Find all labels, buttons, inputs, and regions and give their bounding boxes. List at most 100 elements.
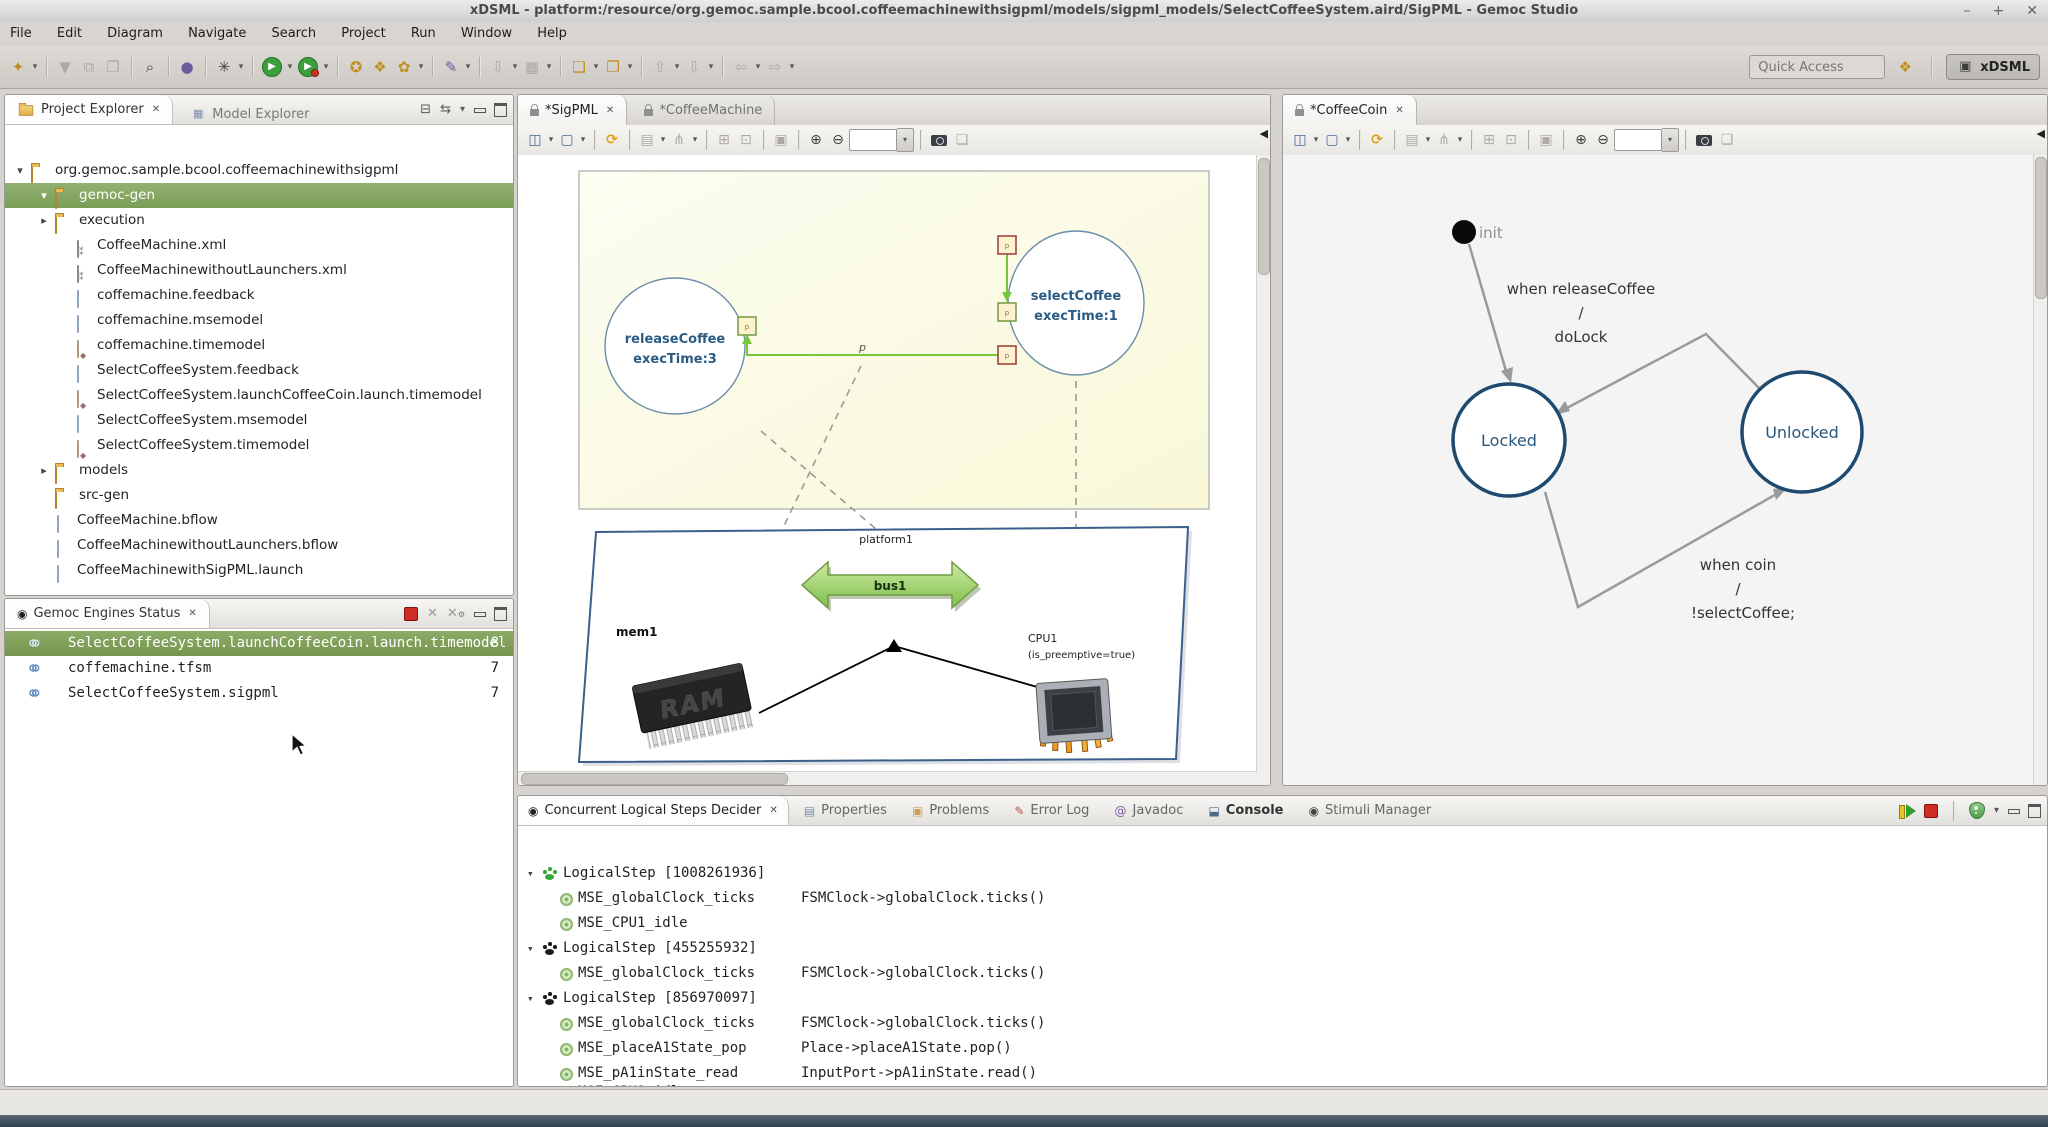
debug-dropdown[interactable]: ▾ bbox=[321, 62, 331, 72]
close-icon[interactable]: ✕ bbox=[2026, 0, 2038, 22]
snapshot-icon[interactable] bbox=[1696, 135, 1712, 146]
next-annotation-icon[interactable]: ⇩ bbox=[683, 56, 705, 78]
menu-project[interactable]: Project bbox=[331, 22, 395, 46]
engines-close-icon[interactable]: ✕ bbox=[188, 608, 196, 619]
gemoc-engine-icon[interactable]: ✪ bbox=[345, 56, 367, 78]
engine-row[interactable]: ⚙⚙ coffemachine.tfsm 7 bbox=[5, 656, 513, 681]
initial-state-node[interactable] bbox=[1452, 220, 1476, 244]
back-icon[interactable]: ⇦ bbox=[730, 56, 752, 78]
open-perspective-icon[interactable]: ❖ bbox=[1894, 56, 1916, 78]
maximize-icon[interactable]: + bbox=[1993, 0, 2005, 22]
stop-icon[interactable] bbox=[1924, 804, 1938, 818]
table-dropdown[interactable]: ▾ bbox=[544, 62, 554, 72]
run-dropdown[interactable]: ▾ bbox=[285, 62, 295, 72]
tree-row-file[interactable]: CoffeeMachine.xml bbox=[5, 233, 513, 258]
tab-project-explorer[interactable]: Project Explorer ✕ bbox=[5, 95, 173, 124]
validate-dropdown[interactable]: ▾ bbox=[236, 62, 246, 72]
tree-row-src-gen[interactable]: src-gen bbox=[5, 483, 513, 508]
expander-icon[interactable]: ▸ bbox=[37, 208, 51, 233]
zoom-out-icon[interactable]: ⊖ bbox=[1593, 130, 1613, 150]
stop-engine-icon[interactable] bbox=[404, 607, 418, 621]
tab-coffeemachine[interactable]: *CoffeeMachine bbox=[632, 95, 775, 125]
model-edit-dropdown[interactable]: ▾ bbox=[463, 62, 473, 72]
collapse-all-icon[interactable]: ⊟ bbox=[420, 95, 431, 124]
dispose-engine-icon[interactable]: ✕ bbox=[427, 606, 438, 621]
menu-navigate[interactable]: Navigate bbox=[178, 22, 256, 46]
engine-row[interactable]: ⚙⚙ SelectCoffeeSystem.launchCoffeeCoin.l… bbox=[5, 631, 513, 656]
paste-icon[interactable]: ▤ bbox=[1402, 130, 1422, 150]
tab-sigpml[interactable]: *SigPML ✕ bbox=[518, 95, 627, 125]
coffeecoin-tab-close-icon[interactable]: ✕ bbox=[1395, 105, 1403, 116]
dispose-all-engines-icon[interactable]: ✕⚙ bbox=[447, 606, 465, 621]
tree-row-file[interactable]: SelectCoffeeSystem.timemodel bbox=[5, 433, 513, 458]
select-dropdown[interactable]: ▾ bbox=[1343, 135, 1353, 145]
expander-icon[interactable]: ▸ bbox=[37, 458, 51, 483]
mse-event-row[interactable]: MSE_placeA1State_pop Place->placeA1State… bbox=[518, 1036, 2047, 1061]
sigpml-canvas[interactable]: platform1 bus1 mem1 RAM CPU1 (is_pr bbox=[518, 155, 1270, 785]
save-icon[interactable]: ▼ bbox=[54, 56, 76, 78]
select-icon[interactable]: ▢ bbox=[1322, 130, 1342, 150]
expander-icon[interactable]: ▾ bbox=[37, 183, 51, 208]
tab-gemoc-engines-status[interactable]: ◉ Gemoc Engines Status ✕ bbox=[5, 599, 210, 628]
paste-dropdown[interactable]: ▾ bbox=[1423, 135, 1433, 145]
expander-icon[interactable]: ▾ bbox=[527, 936, 534, 961]
vertical-scrollbar[interactable] bbox=[1256, 155, 1270, 785]
expander-icon[interactable]: ▾ bbox=[13, 158, 27, 183]
palette-collapse-icon[interactable]: ◀ bbox=[2037, 127, 2045, 140]
mse-event-row[interactable]: MSE_globalClock_ticks FSMClock->globalCl… bbox=[518, 961, 2047, 986]
menu-help[interactable]: Help bbox=[527, 22, 577, 46]
horizontal-scrollbar[interactable] bbox=[518, 771, 1257, 785]
back-dropdown[interactable]: ▾ bbox=[753, 62, 763, 72]
maximize-view-icon[interactable] bbox=[494, 103, 507, 117]
tree-row-gemoc-gen[interactable]: ▾ gemoc-gen bbox=[5, 183, 513, 208]
transition-locked-to-unlocked[interactable] bbox=[1545, 492, 1780, 607]
quick-access-input[interactable] bbox=[1749, 55, 1885, 79]
tree-row-file[interactable]: coffemachine.feedback bbox=[5, 283, 513, 308]
model-edit-icon[interactable]: ✎ bbox=[440, 56, 462, 78]
expander-icon[interactable]: ▾ bbox=[527, 861, 534, 886]
zoom-level-input[interactable] bbox=[1614, 129, 1662, 151]
project-explorer-close-icon[interactable]: ✕ bbox=[152, 104, 160, 115]
menu-window[interactable]: Window bbox=[451, 22, 522, 46]
tab-error-log[interactable]: ✎ Error Log bbox=[1004, 796, 1099, 825]
tree-row-file[interactable]: SelectCoffeeSystem.launchCoffeeCoin.laun… bbox=[5, 383, 513, 408]
expander-icon[interactable]: ▾ bbox=[527, 986, 534, 1011]
zoom-out-icon[interactable]: ⊖ bbox=[828, 130, 848, 150]
decider-menu-icon[interactable]: ▾ bbox=[1994, 796, 1999, 825]
mse-event-row[interactable]: MSE_globalClock_ticks FSMClock->globalCl… bbox=[518, 886, 2047, 911]
arrange-icon[interactable]: ◫ bbox=[1290, 130, 1310, 150]
tab-javadoc[interactable]: @ Javadoc bbox=[1105, 796, 1194, 825]
layers-icon[interactable]: ❏ bbox=[1717, 130, 1737, 150]
prev-annotation-icon[interactable]: ⇧ bbox=[649, 56, 671, 78]
snapshot-icon[interactable] bbox=[931, 135, 947, 146]
decider-shield-icon[interactable] bbox=[1969, 802, 1985, 819]
logical-step-group[interactable]: ▾ LogicalStep [856970097] bbox=[518, 986, 2047, 1011]
palette-collapse-icon[interactable]: ◀ bbox=[1260, 127, 1268, 140]
run-icon[interactable]: ▶ bbox=[262, 57, 282, 77]
layers-icon[interactable]: ❏ bbox=[952, 130, 972, 150]
new-file-icon[interactable]: ❏ bbox=[568, 56, 590, 78]
tree-row-execution[interactable]: ▸ execution bbox=[5, 208, 513, 233]
maximize-view-icon[interactable] bbox=[2028, 804, 2041, 818]
arrange-dropdown[interactable]: ▾ bbox=[1311, 135, 1321, 145]
tab-steps-decider[interactable]: ◉ Concurrent Logical Steps Decider ✕ bbox=[518, 796, 789, 825]
print-diagram-icon[interactable]: ⊡ bbox=[736, 130, 756, 150]
minimize-icon[interactable]: – bbox=[1964, 0, 1971, 22]
print-icon[interactable]: ❐ bbox=[102, 56, 124, 78]
zoom-in-icon[interactable]: ⊕ bbox=[806, 130, 826, 150]
perspective-button-xdsml[interactable]: ▣ xDSML bbox=[1946, 54, 2040, 80]
transition-init-to-locked[interactable] bbox=[1469, 244, 1506, 371]
mse-event-row[interactable]: MSE_globalClock_ticks FSMClock->globalCl… bbox=[518, 1011, 2047, 1036]
tab-console[interactable]: ⬓ Console bbox=[1198, 796, 1293, 825]
zoom-level-dropdown[interactable]: ▾ bbox=[1662, 128, 1679, 152]
engine-row[interactable]: ⚙⚙ SelectCoffeeSystem.sigpml 7 bbox=[5, 681, 513, 706]
filter-icon[interactable]: ⋔ bbox=[1434, 130, 1454, 150]
menu-edit[interactable]: Edit bbox=[47, 22, 92, 46]
view-menu-icon[interactable]: ▾ bbox=[460, 95, 465, 124]
next-annotation-dropdown[interactable]: ▾ bbox=[706, 62, 716, 72]
tree-row-file[interactable]: CoffeeMachine.bflow bbox=[5, 508, 513, 533]
menu-file[interactable]: File bbox=[0, 22, 42, 46]
resume-step-icon[interactable] bbox=[1899, 804, 1915, 818]
arrange-icon[interactable]: ◫ bbox=[525, 130, 545, 150]
refresh-icon[interactable]: ⟳ bbox=[1367, 130, 1387, 150]
